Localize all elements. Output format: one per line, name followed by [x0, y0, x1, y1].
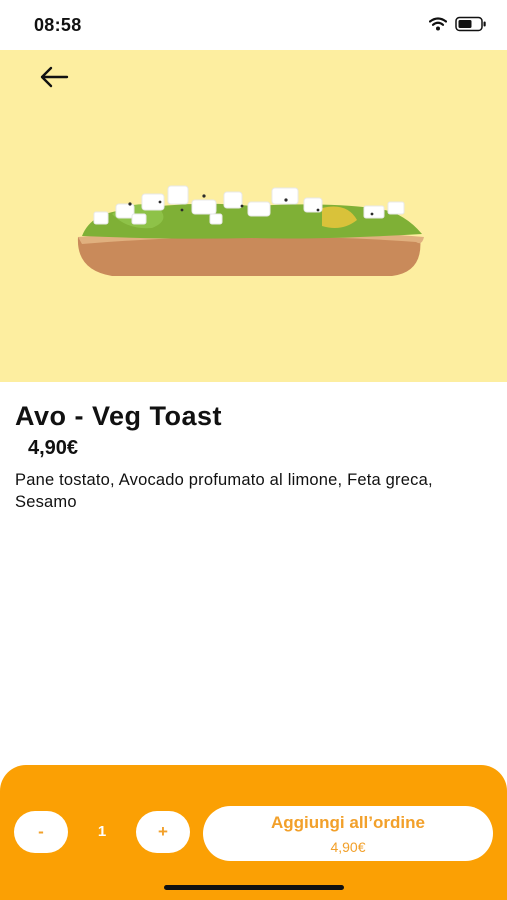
increase-quantity-button[interactable]: + [136, 811, 190, 853]
product-hero [0, 50, 507, 382]
product-description: Pane tostato, Avocado profumato al limon… [15, 471, 433, 511]
back-arrow-icon [39, 66, 69, 93]
status-time: 08:58 [34, 15, 82, 35]
battery-icon [455, 16, 487, 37]
decrease-quantity-button[interactable]: - [14, 811, 68, 853]
add-to-order-button[interactable]: Aggiungi all’ordine 4,90€ [203, 806, 493, 861]
home-indicator[interactable] [164, 885, 344, 890]
order-panel: - 1 + Aggiungi all’ordine 4,90€ [0, 765, 507, 900]
wifi-icon [428, 17, 448, 36]
add-to-order-label: Aggiungi all’ordine [271, 812, 425, 832]
product-image [77, 185, 424, 276]
add-to-order-price: 4,90€ [330, 838, 366, 855]
product-price: 4,90€ [28, 437, 79, 459]
status-icons [428, 16, 487, 37]
back-button[interactable] [34, 64, 74, 94]
status-bar: 08:58 [0, 0, 507, 50]
product-title: Avo - Veg Toast [15, 401, 223, 431]
quantity-value: 1 [97, 823, 107, 840]
